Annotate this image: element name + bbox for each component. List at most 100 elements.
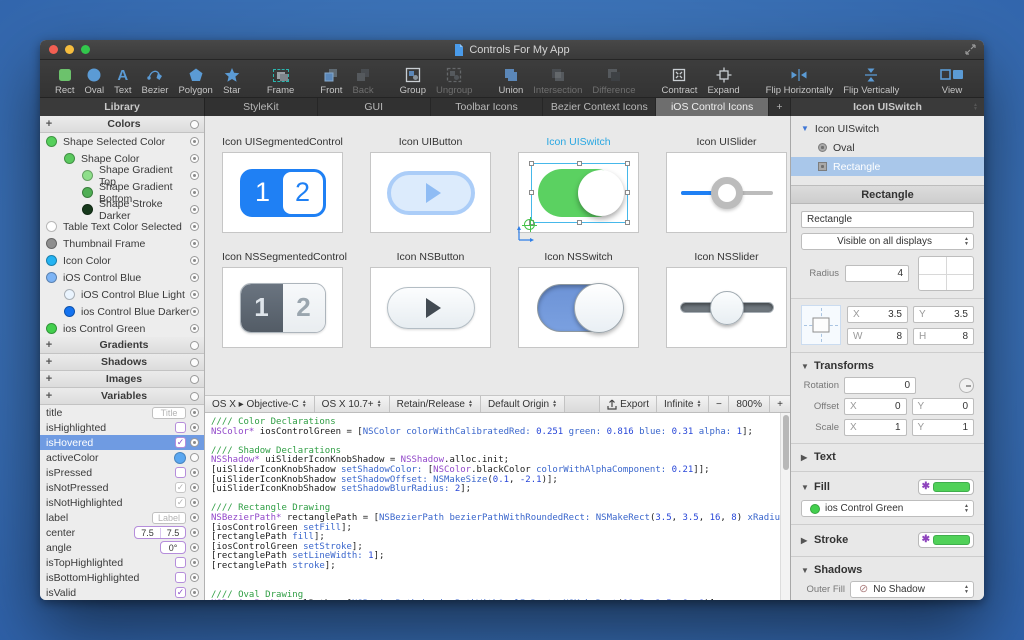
variable-radio[interactable] (190, 438, 199, 447)
section-radio[interactable] (190, 120, 199, 129)
scrollbar-thumb[interactable] (783, 415, 789, 470)
ungroup-button[interactable]: Ungroup (431, 62, 477, 96)
minimize-window-button[interactable] (65, 45, 74, 54)
canvas-card[interactable] (518, 152, 639, 233)
x-field[interactable]: X3.5 (847, 306, 908, 323)
offset-y-field[interactable]: Y0 (912, 398, 975, 415)
variable-checkbox[interactable] (175, 437, 186, 448)
color-radio[interactable] (190, 222, 199, 231)
text-section-toggle[interactable]: ▶ Text (801, 450, 974, 464)
document-tab[interactable]: iOS Control Icons (656, 98, 769, 116)
variable-radio[interactable] (190, 498, 199, 507)
visibility-select[interactable]: Visible on all displays ▲▼ (801, 233, 974, 250)
color-radio[interactable] (190, 290, 199, 299)
variable-radio[interactable] (190, 408, 199, 417)
variable-checkbox[interactable] (175, 497, 186, 508)
contract-button[interactable]: Contract (657, 62, 703, 96)
back-button[interactable]: Back (347, 62, 378, 96)
variable-row[interactable]: center 7.57.5 (40, 525, 204, 540)
close-window-button[interactable] (49, 45, 58, 54)
variable-row[interactable]: isTopHighlighted (40, 555, 204, 570)
variable-radio[interactable] (190, 558, 199, 567)
variable-checkbox[interactable] (175, 422, 186, 433)
variable-radio[interactable] (190, 528, 199, 537)
ui-segmented-control-drawing[interactable]: 1 2 (240, 169, 326, 217)
canvas-card[interactable] (370, 152, 491, 233)
view-button[interactable]: View (934, 62, 970, 96)
sdk-dropdown[interactable]: OS X 10.7+ ▲▼ (315, 396, 390, 412)
color-radio[interactable] (190, 205, 199, 214)
variable-radio[interactable] (190, 588, 199, 597)
radius-field[interactable]: 4 (845, 265, 909, 282)
colors-section-header[interactable]: + Colors (40, 116, 204, 133)
color-list-item[interactable]: Icon Color (40, 252, 204, 269)
section-radio[interactable] (190, 392, 199, 401)
expand-button[interactable]: Expand (702, 62, 744, 96)
color-list-item[interactable]: iOS Control Blue (40, 269, 204, 286)
intersection-button[interactable]: Intersection (528, 62, 587, 96)
rect-tool-button[interactable]: Rect (50, 62, 80, 96)
code-panel[interactable]: //// Color DeclarationsNSColor* iosContr… (205, 413, 790, 600)
tree-row-root[interactable]: ▼ Icon UISwitch (791, 119, 984, 138)
variable-color-swatch[interactable] (174, 452, 186, 464)
canvas-card[interactable] (370, 267, 491, 348)
document-tab[interactable]: Toolbar Icons (431, 98, 544, 116)
bezier-tool-button[interactable]: Bezier (137, 62, 174, 96)
text-tool-button[interactable]: A Text (109, 62, 136, 96)
rotation-dial[interactable] (959, 378, 974, 393)
variable-radio[interactable] (190, 573, 199, 582)
variable-checkbox[interactable] (175, 572, 186, 583)
variable-pair-field[interactable]: 7.57.5 (134, 526, 186, 539)
document-tab[interactable]: StyleKit (205, 98, 318, 116)
offset-x-field[interactable]: X0 (844, 398, 907, 415)
add-image-button[interactable]: + (40, 373, 58, 385)
variable-checkbox[interactable] (175, 467, 186, 478)
canvas-card[interactable] (518, 267, 639, 348)
color-radio[interactable] (190, 256, 199, 265)
canvas-card[interactable]: 1 2 (222, 267, 343, 348)
ns-segmented-control-drawing[interactable]: 1 2 (240, 283, 326, 333)
shadows-section-toggle[interactable]: ▼ Shadows (801, 563, 974, 577)
document-tab[interactable]: Bezier Context Icons (543, 98, 656, 116)
color-list-item[interactable]: Shape Stroke Darker (40, 201, 204, 218)
variable-radio[interactable] (190, 468, 199, 477)
variable-angle-field[interactable]: 0° (160, 541, 186, 554)
ui-slider-drawing[interactable] (681, 173, 773, 213)
ui-button-drawing[interactable] (387, 171, 475, 215)
section-radio[interactable] (190, 375, 199, 384)
corner-radius-grid[interactable] (918, 256, 974, 291)
oval-tool-button[interactable]: Oval (80, 62, 110, 96)
variable-radio[interactable] (190, 513, 199, 522)
stroke-section-toggle[interactable]: ▶ Stroke ✱ (801, 531, 974, 549)
variable-row[interactable]: title Title (40, 405, 204, 420)
rotation-field[interactable]: 0 (844, 377, 916, 394)
color-radio[interactable] (190, 324, 199, 333)
gradients-section-header[interactable]: + Gradients (40, 337, 204, 354)
outer-shadow-select[interactable]: ⊘ No Shadow ▲▼ (850, 581, 974, 598)
color-radio[interactable] (190, 154, 199, 163)
inspector-header[interactable]: Icon UISwitch ▲▼ (791, 98, 984, 116)
group-button[interactable]: Group (395, 62, 431, 96)
variable-checkbox[interactable] (175, 557, 186, 568)
color-radio[interactable] (190, 239, 199, 248)
resizing-anchor-widget[interactable] (801, 305, 841, 345)
canvas-size-dropdown[interactable]: Infinite ▲▼ (657, 396, 709, 412)
variable-row[interactable]: isNotHighlighted (40, 495, 204, 510)
variable-radio[interactable] (190, 543, 199, 552)
canvas-area[interactable]: Icon UISegmentedControl 1 2 Icon UIButto… (205, 116, 790, 395)
zoom-window-button[interactable] (81, 45, 90, 54)
variable-text-field[interactable]: Title (152, 407, 186, 419)
tree-row-rectangle[interactable]: Rectangle (791, 157, 984, 176)
add-shadow-button[interactable]: + (40, 356, 58, 368)
ns-slider-drawing[interactable] (680, 286, 774, 330)
zoom-out-button[interactable]: − (709, 396, 729, 412)
color-radio[interactable] (190, 171, 199, 180)
section-radio[interactable] (190, 341, 199, 350)
front-button[interactable]: Front (315, 62, 347, 96)
variable-radio[interactable] (190, 423, 199, 432)
add-variable-button[interactable]: + (40, 390, 58, 402)
color-radio[interactable] (190, 137, 199, 146)
color-list-item[interactable]: iOS Control Blue Light (40, 286, 204, 303)
tree-row-oval[interactable]: Oval (791, 138, 984, 157)
variable-row[interactable]: isHighlighted (40, 420, 204, 435)
